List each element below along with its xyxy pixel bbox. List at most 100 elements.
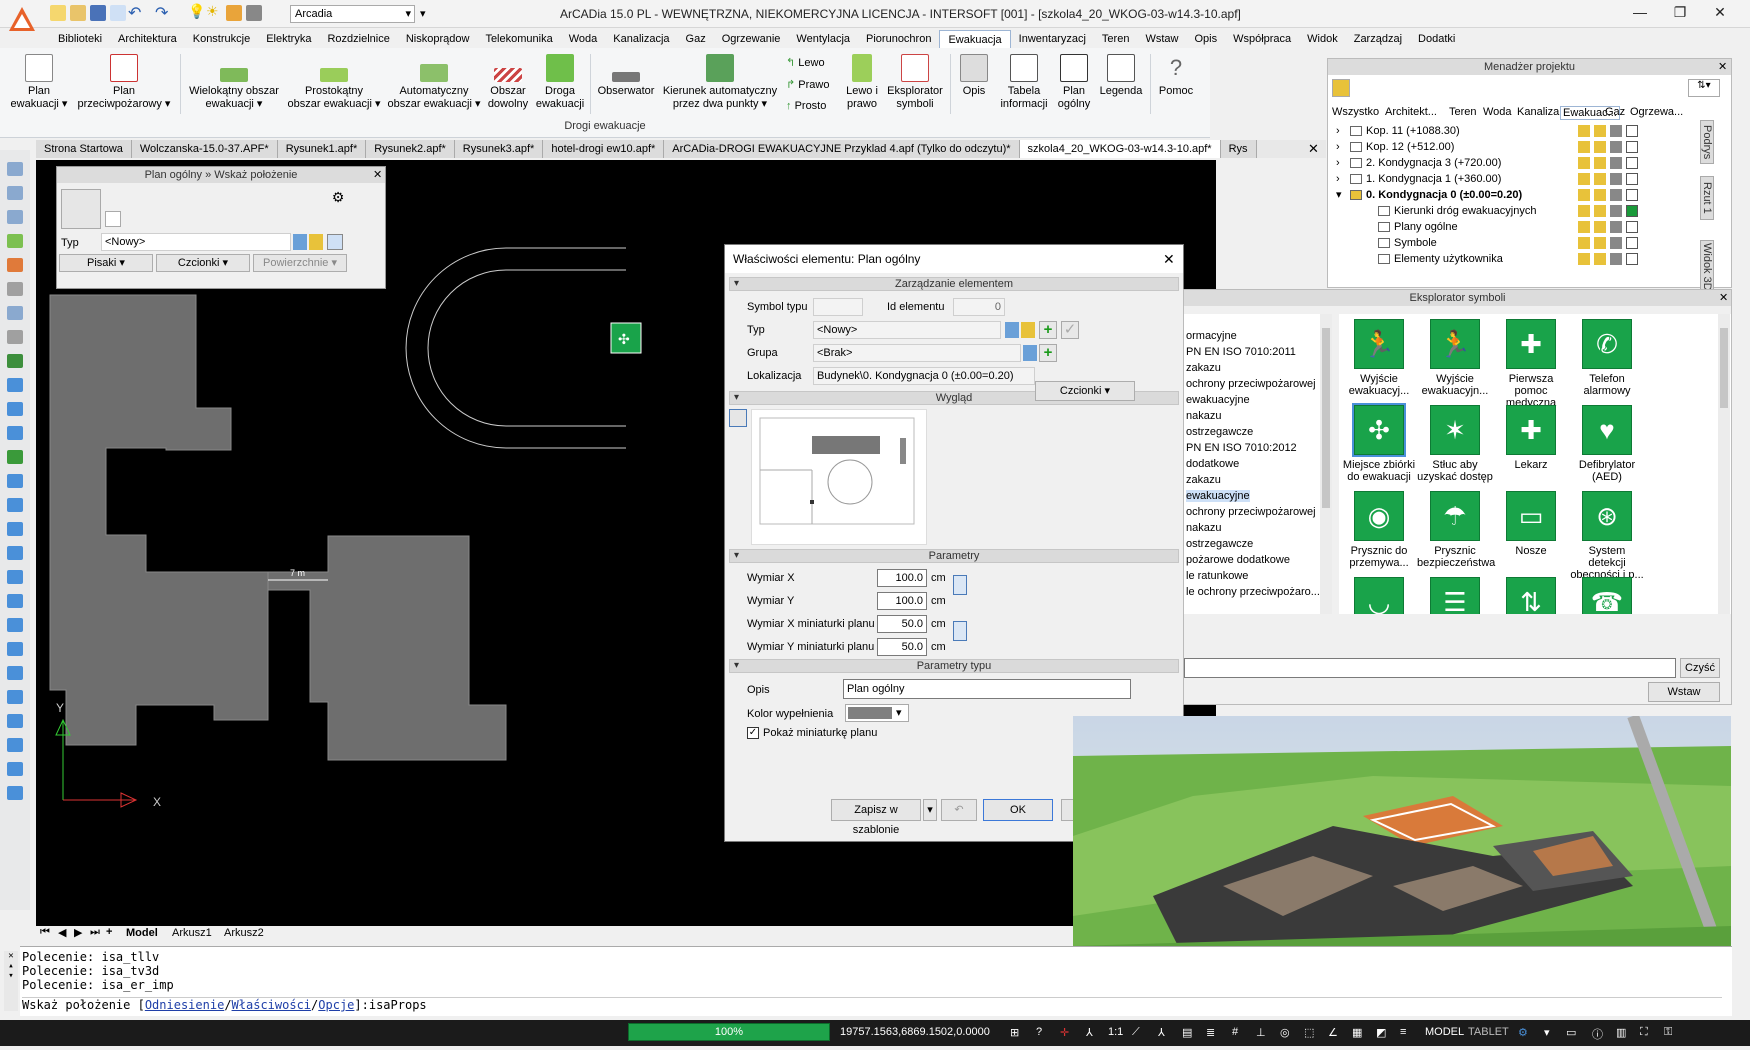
tool-icon[interactable]	[7, 162, 23, 176]
lineweight-icon[interactable]: ≣	[1206, 1026, 1215, 1039]
tablet-label[interactable]: TABLET	[1468, 1026, 1509, 1038]
menu-tab[interactable]: Inwentaryzacj	[1011, 30, 1094, 48]
section-management[interactable]: ▾ Zarządzanie elementem	[729, 277, 1179, 291]
sort-select[interactable]: ⇅▾	[1688, 79, 1720, 97]
project-tab[interactable]: Gaz	[1605, 106, 1625, 118]
section-type-params[interactable]: ▾ Parametry typu	[729, 659, 1179, 673]
tree-row[interactable]: Symbole	[1328, 235, 1731, 251]
visibility-icon[interactable]	[1578, 141, 1590, 153]
document-tab[interactable]: hotel-drogi ew10.apf*	[543, 140, 665, 158]
visibility-icon[interactable]	[1578, 205, 1590, 217]
pomoc-button[interactable]: ? Pomoc	[1154, 54, 1198, 98]
print-icon[interactable]	[1610, 221, 1622, 233]
project-tab[interactable]: Ogrzewa...	[1630, 106, 1683, 118]
layers-icon[interactable]: ▤	[1182, 1026, 1192, 1039]
lock-icon[interactable]	[226, 5, 242, 21]
menu-tab[interactable]: Ewakuacja	[939, 30, 1011, 48]
menu-tab[interactable]: Elektryka	[258, 30, 319, 48]
document-tab[interactable]: Strona Startowa	[36, 140, 132, 158]
symbol-tile[interactable]: 🏃 Wyjście ewakuacyj...	[1341, 316, 1417, 397]
sheet-tab-arkusz1[interactable]: Arkusz1	[172, 927, 212, 939]
expand-icon[interactable]: ›	[1336, 155, 1340, 171]
symbol-category-item[interactable]: le ratunkowe	[1186, 570, 1248, 582]
tool-icon[interactable]	[7, 378, 23, 392]
add-type-button[interactable]: +	[1039, 321, 1057, 339]
type-preview-icon[interactable]	[61, 189, 101, 229]
menu-tab[interactable]: Niskoprądow	[398, 30, 478, 48]
lock-icon[interactable]	[1594, 157, 1606, 169]
menu-tab[interactable]: Kanalizacja	[605, 30, 677, 48]
tree-row[interactable]: › 2. Kondygnacja 3 (+720.00)	[1328, 155, 1731, 171]
obszar-dowolny-button[interactable]: Obszar dowolny	[484, 54, 532, 111]
visibility-icon[interactable]	[1578, 253, 1590, 265]
3d-view[interactable]	[1073, 716, 1731, 984]
menu-tab[interactable]: Ogrzewanie	[714, 30, 789, 48]
kolor-select[interactable]: ▾	[845, 704, 909, 722]
tool-icon[interactable]	[7, 666, 23, 680]
symbol-category-item[interactable]: le ochrony przeciwpożaro...	[1186, 586, 1320, 598]
tool-icon[interactable]	[7, 474, 23, 488]
status-menu-icon[interactable]: ▾	[1544, 1026, 1550, 1039]
link-dimensions-icon[interactable]	[953, 575, 967, 595]
menu-tab[interactable]: Teren	[1094, 30, 1138, 48]
tool-icon[interactable]	[7, 426, 23, 440]
lock-icon[interactable]	[1594, 205, 1606, 217]
menu-tab[interactable]: Wstaw	[1137, 30, 1186, 48]
layer-color-icon[interactable]	[246, 5, 262, 21]
grid-scrollbar[interactable]	[1718, 314, 1730, 614]
clean-screen-icon[interactable]: ▭	[1566, 1026, 1576, 1039]
symbol-category-item[interactable]: zakazu	[1186, 474, 1221, 486]
document-tab[interactable]: Wolczanska-15.0-37.APF*	[131, 140, 278, 158]
menu-tab[interactable]: Zarządzaj	[1346, 30, 1410, 48]
document-tab[interactable]: Rysunek3.apf*	[454, 140, 544, 158]
settings-icon[interactable]: ⚙	[1518, 1026, 1528, 1039]
type-filter-icon[interactable]	[1005, 322, 1019, 338]
symbol-category-item[interactable]: nakazu	[1186, 522, 1221, 534]
insert-button[interactable]: Wstaw	[1648, 682, 1720, 702]
tool-icon[interactable]	[7, 786, 23, 800]
group-filter-icon[interactable]	[1023, 345, 1037, 361]
lock-icon[interactable]	[1594, 173, 1606, 185]
menu-tab[interactable]: Widok	[1299, 30, 1346, 48]
tool-icon[interactable]	[7, 258, 23, 272]
type-edit-icon[interactable]	[327, 234, 343, 250]
menu-tab[interactable]: Biblioteki	[50, 30, 110, 48]
grid-icon[interactable]: #	[1232, 1026, 1238, 1038]
symbol-category-item[interactable]: ostrzegawcze	[1186, 538, 1253, 550]
symbol-category-item[interactable]: dodatkowe	[1186, 458, 1239, 470]
symbol-category-item[interactable]: zakazu	[1186, 362, 1221, 374]
symbol-tile[interactable]: ☰	[1417, 574, 1493, 614]
menu-tab[interactable]: Telekomunika	[477, 30, 560, 48]
symbol-category-item[interactable]: ostrzegawcze	[1186, 426, 1253, 438]
save-as-icon[interactable]	[110, 5, 126, 21]
pisaki-button[interactable]: Pisaki ▾	[59, 254, 153, 272]
option-wlasciwosci[interactable]: Właściwości	[232, 998, 311, 1012]
tool-icon[interactable]	[7, 186, 23, 200]
symbol-category-item[interactable]: pożarowe dodatkowe	[1186, 554, 1290, 566]
tool-icon[interactable]	[7, 210, 23, 224]
menu-tab[interactable]: Opis	[1186, 30, 1225, 48]
color-icon[interactable]	[1626, 173, 1638, 185]
project-tab[interactable]: Woda	[1483, 106, 1512, 118]
tree-row[interactable]: › Kop. 12 (+512.00)	[1328, 139, 1731, 155]
print-icon[interactable]	[1610, 253, 1622, 265]
option-odniesienie[interactable]: Odniesienie	[145, 998, 224, 1012]
osnap-icon[interactable]: ⬚	[1304, 1026, 1314, 1039]
symbol-category-item[interactable]: ewakuacyjne	[1186, 394, 1250, 406]
symbol-tile[interactable]: ✶ Stłuc aby uzyskać dostęp	[1417, 402, 1493, 483]
symbol-tile[interactable]: ⊛ System detekcji obecności i p...	[1569, 488, 1645, 581]
side-tab[interactable]: Widok 3D	[1700, 240, 1714, 294]
czcionki-button[interactable]: Czcionki ▾	[1035, 381, 1135, 401]
sheet-nav-prev-icon[interactable]: ◀	[58, 926, 66, 939]
color-icon[interactable]	[1626, 253, 1638, 265]
wymiar-y-input[interactable]: 100.0	[877, 592, 927, 610]
wymiar-x-miniaturki-input[interactable]: 50.0	[877, 615, 927, 633]
tool-icon[interactable]	[7, 738, 23, 752]
color-icon[interactable]	[1626, 221, 1638, 233]
add-sheet-icon[interactable]: +	[106, 926, 112, 938]
project-add-icon[interactable]	[1332, 79, 1350, 97]
symbol-tile[interactable]: ✚ Pierwsza pomoc medyczna	[1493, 316, 1569, 409]
polar-icon[interactable]: ◎	[1280, 1026, 1290, 1039]
tabela-informacji-button[interactable]: Tabela informacji	[996, 54, 1052, 111]
snap-icon[interactable]: ⊞	[1010, 1026, 1019, 1039]
